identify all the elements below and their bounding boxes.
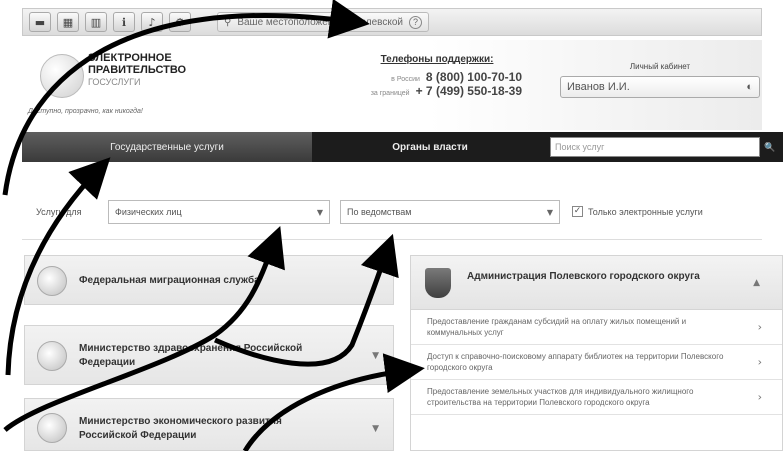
site-header: ЭЛЕКТРОННОЕ ПРАВИТЕЛЬСТВО ГОСУСЛУГИ Дост… <box>22 40 762 130</box>
department-title: Министерство экономического развития Рос… <box>79 416 282 441</box>
phone2: + 7 (499) 550-18-39 <box>415 84 522 98</box>
chevron-right-icon: › <box>757 320 762 334</box>
emblem-icon <box>37 413 67 443</box>
view-list-icon[interactable]: ▬ <box>29 12 51 32</box>
grouping-select[interactable]: По ведомствам ▼ <box>340 200 560 224</box>
location-value[interactable]: Полевской <box>353 17 403 28</box>
tab-gov-services[interactable]: Государственные услуги <box>22 132 312 162</box>
cabinet-title: Личный кабинет <box>629 62 691 71</box>
chevron-right-icon: › <box>757 355 762 369</box>
service-item[interactable]: Доступ к справочно-поисковому аппарату б… <box>411 345 782 380</box>
department-title: Министерство здравоохранения Российской … <box>79 343 303 368</box>
chevron-right-icon: › <box>757 390 762 404</box>
location-label: Ваше местоположение: <box>237 16 348 28</box>
panel-title: Администрация Полевского городского окру… <box>467 271 700 282</box>
pin-icon: ⚲ <box>224 16 232 28</box>
checkbox-box[interactable]: ✓ <box>572 206 583 217</box>
panel-header[interactable]: Администрация Полевского городского окру… <box>411 256 782 310</box>
phone1-label: в России <box>391 76 420 83</box>
chevron-down-icon[interactable]: ▼ <box>372 351 379 361</box>
phone2-label: за границей <box>370 90 410 97</box>
chevron-down-icon: ▼ <box>546 207 553 217</box>
service-item-text: Доступ к справочно-поисковому аппарату б… <box>427 352 724 372</box>
chevron-down-icon: ▼ <box>316 207 323 217</box>
department-title: Федеральная миграционная служба <box>79 275 260 286</box>
service-item-text: Предоставление земельных участков для ин… <box>427 387 694 407</box>
settings-icon[interactable]: ⚙ <box>169 12 191 32</box>
top-toolbar: ▬ ▦ ▥ ℹ ♪ ⚙ ⚲ Ваше местоположение: Полев… <box>22 8 762 36</box>
audience-select-value: Физических лиц <box>115 207 182 217</box>
personal-cabinet: Личный кабинет Иванов И.И. ◐ <box>560 62 760 98</box>
main-nav: Государственные услуги Органы власти Пои… <box>22 132 783 162</box>
help-icon[interactable]: ? <box>409 15 423 29</box>
phone1: 8 (800) 100-70-10 <box>425 70 522 84</box>
logo-text[interactable]: ЭЛЕКТРОННОЕ ПРАВИТЕЛЬСТВО ГОСУСЛУГИ <box>88 52 186 88</box>
coat-of-arms-icon <box>425 268 451 298</box>
department-card[interactable]: Министерство здравоохранения Российской … <box>24 325 394 385</box>
support-phones: Телефоны поддержки: в России 8 (800) 100… <box>312 54 522 98</box>
service-item[interactable]: Предоставление гражданам субсидий на опл… <box>411 310 782 345</box>
location-selector[interactable]: ⚲ Ваше местоположение: Полевской ? <box>217 12 430 32</box>
gosuslugi-logo-icon[interactable] <box>40 54 84 98</box>
department-card[interactable]: Федеральная миграционная служба <box>24 255 394 305</box>
logo-line-2: ПРАВИТЕЛЬСТВО <box>88 64 187 76</box>
phones-title[interactable]: Телефоны поддержки: <box>352 54 522 65</box>
info-icon[interactable]: ℹ <box>113 12 135 32</box>
chevron-up-icon[interactable]: ▲ <box>753 278 760 288</box>
audience-select[interactable]: Физических лиц ▼ <box>108 200 330 224</box>
electronic-only-checkbox[interactable]: ✓ Только электронные услуги <box>572 206 703 217</box>
tagline: Доступно, прозрачно, как никогда! <box>28 108 143 115</box>
service-filters: Услуги для Физических лиц ▼ По ведомства… <box>22 190 762 240</box>
emblem-icon <box>37 341 67 371</box>
cabinet-user-button[interactable]: Иванов И.И. ◐ <box>560 76 760 98</box>
emblem-icon <box>37 266 67 296</box>
filter-label: Услуги для <box>36 207 82 217</box>
tab-authorities[interactable]: Органы власти <box>312 132 548 162</box>
chevron-down-icon[interactable]: ▼ <box>372 424 379 434</box>
cabinet-user-name: Иванов И.И. <box>567 81 630 93</box>
logout-icon[interactable]: ◐ <box>746 81 753 93</box>
sound-icon[interactable]: ♪ <box>141 12 163 32</box>
view-grid-icon[interactable]: ▦ <box>57 12 79 32</box>
search-input[interactable]: Поиск услуг <box>550 137 760 157</box>
logo-line-3: ГОСУСЛУГИ <box>88 77 141 87</box>
view-columns-icon[interactable]: ▥ <box>85 12 107 32</box>
search-icon[interactable]: 🔍 <box>764 137 778 157</box>
checkbox-label: Только электронные услуги <box>588 206 703 217</box>
logo-line-1: ЭЛЕКТРОННОЕ <box>88 52 172 64</box>
department-card[interactable]: Министерство экономического развития Рос… <box>24 398 394 451</box>
grouping-select-value: По ведомствам <box>347 207 412 217</box>
service-item[interactable]: Предоставление земельных участков для ин… <box>411 380 782 415</box>
service-item-text: Предоставление гражданам субсидий на опл… <box>427 317 687 337</box>
department-panel: Администрация Полевского городского окру… <box>410 255 783 451</box>
